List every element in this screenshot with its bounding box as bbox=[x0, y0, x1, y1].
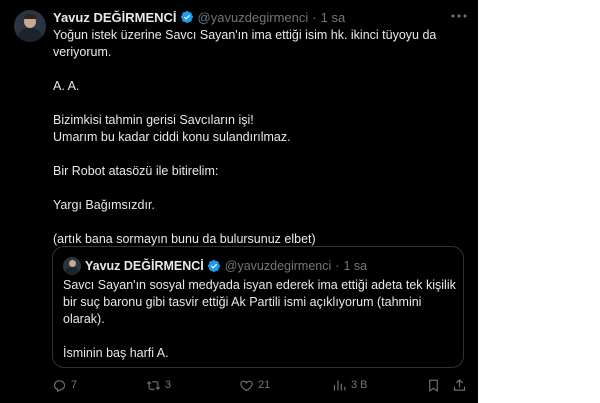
reply-count: 7 bbox=[71, 379, 78, 391]
avatar[interactable] bbox=[14, 10, 46, 42]
views-count: 3 B bbox=[351, 379, 368, 391]
reply-button[interactable]: 7 bbox=[52, 376, 77, 394]
tweet-line: Bir Robot atasözü ile bitirelim: bbox=[53, 164, 219, 178]
tweet-line: Yargı Bağımsızdır. bbox=[53, 198, 155, 212]
tweet-line: Bizimkisi tahmin gerisi Savcıların işi! bbox=[53, 113, 254, 127]
tweet-card[interactable]: Yavuz DEĞİRMENCİ @yavuzdegirmenci · 1 sa… bbox=[0, 0, 478, 403]
repost-button[interactable]: 3 bbox=[146, 376, 171, 394]
views-button[interactable]: 3 B bbox=[332, 376, 368, 394]
separator-dot: · bbox=[335, 259, 340, 273]
share-icon bbox=[453, 378, 466, 391]
bookmark-icon bbox=[429, 379, 438, 392]
author-handle[interactable]: @yavuzdegirmenci bbox=[198, 10, 309, 25]
share-button[interactable] bbox=[452, 376, 467, 394]
tweet-text: Yoğun istek üzerine Savcı Sayan'ın ima e… bbox=[53, 27, 453, 248]
repost-icon bbox=[146, 380, 161, 390]
verified-badge-icon bbox=[180, 11, 193, 23]
quoted-avatar bbox=[63, 257, 81, 275]
like-icon bbox=[240, 380, 253, 391]
repost-count: 3 bbox=[165, 379, 172, 391]
action-bar: 7 3 21 3 B bbox=[52, 376, 468, 394]
author-name[interactable]: Yavuz DEĞİRMENCİ bbox=[53, 10, 177, 25]
bookmark-button[interactable] bbox=[426, 376, 441, 394]
quoted-line: İsminin baş harfi A. bbox=[63, 346, 169, 360]
quoted-author-handle: @yavuzdegirmenci bbox=[224, 259, 332, 273]
like-count: 21 bbox=[258, 379, 271, 391]
reply-icon bbox=[53, 379, 66, 392]
tweet-line: veriyorum. bbox=[53, 45, 112, 59]
quoted-line: bir suç baronu gibi tasvir ettiği Ak Par… bbox=[63, 295, 422, 309]
verified-badge-icon bbox=[207, 260, 220, 272]
quoted-author-name: Yavuz DEĞİRMENCİ bbox=[85, 259, 204, 273]
quoted-line: Savcı Sayan'ın sosyal medyada isyan eder… bbox=[63, 278, 456, 292]
quoted-tweet[interactable]: Yavuz DEĞİRMENCİ @yavuzdegirmenci · 1 sa… bbox=[52, 246, 464, 368]
quoted-timestamp: 1 sa bbox=[343, 259, 368, 273]
tweet-header: Yavuz DEĞİRMENCİ @yavuzdegirmenci · 1 sa bbox=[53, 8, 345, 26]
tweet-line: Umarım bu kadar ciddi konu sulandırılmaz… bbox=[53, 130, 291, 144]
separator-dot: · bbox=[312, 9, 317, 25]
tweet-line: A. A. bbox=[53, 79, 80, 93]
views-icon bbox=[333, 380, 346, 390]
quoted-line: olarak). bbox=[63, 312, 105, 326]
more-icon[interactable] bbox=[449, 10, 469, 24]
quoted-header: Yavuz DEĞİRMENCİ @yavuzdegirmenci · 1 sa bbox=[85, 257, 367, 275]
timestamp[interactable]: 1 sa bbox=[321, 10, 346, 25]
tweet-line: Yoğun istek üzerine Savcı Sayan'ın ima e… bbox=[53, 28, 437, 42]
like-button[interactable]: 21 bbox=[239, 376, 270, 394]
quoted-text: Savcı Sayan'ın sosyal medyada isyan eder… bbox=[63, 277, 458, 362]
